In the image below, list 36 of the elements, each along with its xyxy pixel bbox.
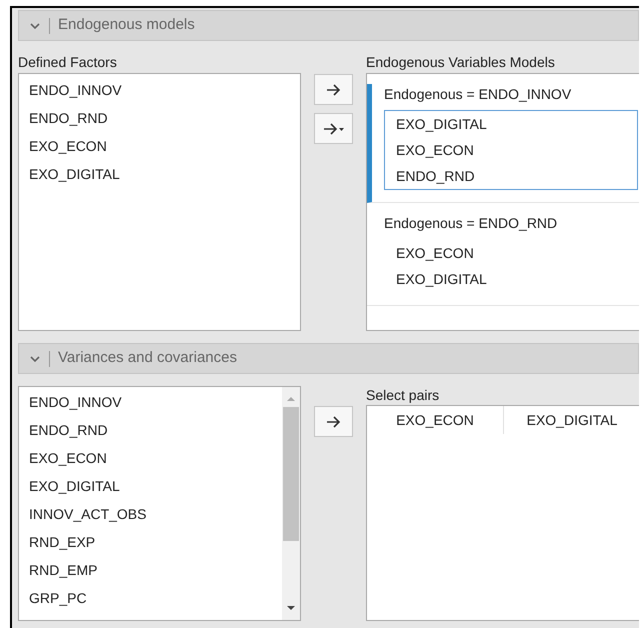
list-item[interactable]: GRP_PC bbox=[19, 584, 282, 612]
list-item[interactable]: EXO_ECON bbox=[385, 240, 637, 266]
arrow-button[interactable] bbox=[314, 406, 353, 437]
list-item[interactable]: EXO_ECON bbox=[19, 444, 282, 472]
model-group[interactable]: Endogenous = ENDO_RND EXO_ECON EXO_DIGITAL bbox=[367, 213, 639, 306]
list-label: Select pairs bbox=[366, 386, 440, 404]
arrow-dropdown-icon bbox=[322, 122, 344, 134]
list-label: Endogenous Variables Models bbox=[366, 53, 556, 71]
column-header[interactable]: EXO_DIGITAL bbox=[504, 406, 639, 434]
list-item[interactable]: EXO_ECON bbox=[19, 132, 300, 160]
arrow-button[interactable] bbox=[314, 113, 353, 144]
list-item[interactable]: ENDO_RND bbox=[385, 163, 637, 189]
section-title: Variances and covariances bbox=[58, 348, 237, 368]
scrollbar[interactable] bbox=[282, 387, 300, 620]
list-item[interactable]: EXO_ECON bbox=[385, 137, 637, 163]
list-item[interactable]: ENDO_INNOV bbox=[19, 388, 282, 416]
list-item[interactable]: INNOV_ACT_OBS bbox=[19, 500, 282, 528]
arrow-icon bbox=[326, 416, 341, 428]
section-header[interactable]: Endogenous models bbox=[18, 10, 639, 41]
list-item[interactable]: EXO_DIGITAL bbox=[19, 472, 282, 500]
list-item[interactable]: ENDO_RND bbox=[19, 104, 300, 132]
list-item[interactable]: ENDO_INNOV bbox=[19, 76, 300, 104]
section-header[interactable]: Variances and covariances bbox=[18, 343, 639, 374]
list-item[interactable]: EXO_DIGITAL bbox=[385, 266, 637, 292]
group-header: Endogenous = ENDO_INNOV bbox=[384, 85, 572, 104]
arrow-button[interactable] bbox=[314, 74, 353, 105]
arrow-icon bbox=[326, 84, 341, 96]
list-item[interactable]: EXO_DIGITAL bbox=[385, 111, 637, 137]
list-item[interactable]: RND_EMP bbox=[19, 556, 282, 584]
column-header[interactable]: EXO_ECON bbox=[367, 406, 504, 434]
list-item[interactable]: RND_EXP bbox=[19, 528, 282, 556]
list-item[interactable]: EXO_DIGITAL bbox=[19, 160, 300, 188]
section-title: Endogenous models bbox=[58, 15, 195, 36]
group-header: Endogenous = ENDO_RND bbox=[384, 214, 558, 233]
list-item[interactable]: ENDO_RND bbox=[19, 416, 282, 444]
list-label: Defined Factors bbox=[18, 53, 118, 71]
